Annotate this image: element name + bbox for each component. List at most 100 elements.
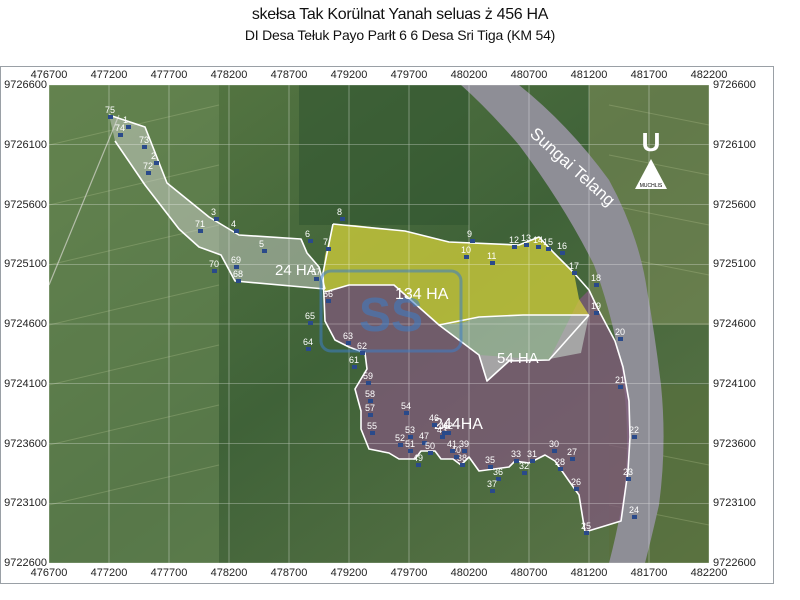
marker-flag-62 (360, 351, 365, 355)
marker-label-26: 26 (571, 477, 581, 487)
marker-label-17: 17 (569, 261, 579, 271)
marker-flag-23 (626, 477, 631, 481)
marker-flag-27 (570, 457, 575, 461)
marker-label-11: 11 (487, 251, 496, 261)
marker-label-5: 5 (259, 239, 264, 249)
marker-label-52: 52 (395, 433, 405, 443)
marker-flag-73 (142, 145, 147, 149)
marker-label-74: 74 (115, 123, 125, 133)
x-tick-bottom: 478700 (270, 567, 308, 579)
map-title: skełsa Tak Korülnat Yanah seluas ż 456 H… (251, 6, 549, 23)
marker-flag-26 (574, 487, 579, 491)
marker-label-70: 70 (209, 259, 219, 269)
marker-flag-2 (154, 161, 159, 165)
marker-label-25: 25 (581, 521, 591, 531)
marker-flag-6 (308, 239, 313, 243)
y-tick-right: 9724100 (713, 377, 756, 390)
x-tick-bottom: 479200 (330, 567, 368, 579)
marker-label-53: 53 (405, 425, 415, 435)
marker-label-65: 65 (305, 311, 315, 321)
marker-label-46: 46 (429, 413, 439, 423)
marker-flag-51 (408, 449, 413, 453)
marker-label-75: 75 (105, 105, 115, 115)
marker-label-58: 58 (365, 389, 375, 399)
marker-flag-1 (126, 125, 131, 129)
marker-label-72: 72 (143, 161, 153, 171)
marker-flag-63 (346, 341, 351, 345)
y-tick-right: 9725100 (713, 258, 756, 271)
y-tick-right: 9723100 (713, 497, 756, 510)
marker-label-66: 66 (323, 289, 333, 299)
marker-flag-14 (536, 245, 541, 249)
marker-label-15: 15 (543, 237, 553, 247)
marker-flag-20 (618, 337, 623, 341)
marker-label-13: 13 (521, 233, 531, 243)
marker-label-2: 2 (151, 151, 156, 161)
y-tick-right: 9726600 (713, 79, 756, 91)
x-tick-top: 478200 (210, 69, 248, 81)
y-tick-left: 9723100 (4, 497, 47, 510)
north-letter: U (642, 127, 661, 157)
marker-flag-54 (404, 411, 409, 415)
marker-label-4: 4 (231, 219, 236, 229)
x-tick-top: 481700 (630, 69, 668, 81)
marker-label-16: 16 (557, 241, 567, 251)
marker-label-7: 7 (323, 237, 328, 247)
x-tick-top: 477700 (150, 69, 188, 81)
marker-flag-67 (314, 277, 319, 281)
marker-flag-49 (416, 463, 421, 467)
marker-label-14: 14 (533, 235, 543, 245)
marker-label-31: 31 (527, 449, 537, 459)
marker-label-24: 24 (629, 505, 639, 515)
marker-label-12: 12 (509, 235, 519, 245)
marker-label-28: 28 (555, 457, 565, 467)
marker-label-57: 57 (365, 403, 375, 413)
marker-flag-18 (594, 283, 599, 287)
y-tick-left: 9726100 (4, 138, 47, 151)
marker-flag-17 (572, 271, 577, 275)
marker-label-18: 18 (591, 273, 601, 283)
marker-flag-58 (368, 399, 373, 403)
marker-flag-59 (366, 381, 371, 385)
marker-flag-72 (146, 171, 151, 175)
marker-flag-45 (442, 431, 447, 435)
marker-label-3: 3 (211, 207, 216, 217)
marker-flag-65 (308, 321, 313, 325)
x-tick-top: 478700 (270, 69, 308, 81)
marker-label-55: 55 (367, 421, 377, 431)
marker-flag-32 (522, 471, 527, 475)
x-tick-top: 479700 (390, 69, 428, 81)
y-tick-left: 9724600 (4, 318, 47, 330)
marker-flag-61 (352, 365, 357, 369)
marker-label-54: 54 (401, 401, 411, 411)
marker-flag-16 (560, 251, 565, 255)
marker-flag-12 (512, 245, 517, 249)
x-tick-top: 479200 (330, 69, 368, 81)
marker-label-73: 73 (139, 135, 149, 145)
terrain-forest (299, 85, 469, 225)
marker-flag-57 (368, 413, 373, 417)
marker-label-61: 61 (349, 355, 359, 365)
x-tick-bottom: 477200 (90, 567, 128, 579)
marker-label-30: 30 (549, 439, 559, 449)
marker-label-21: 21 (615, 375, 625, 385)
marker-label-51: 51 (405, 439, 415, 449)
y-tick-left: 9726600 (4, 79, 47, 91)
y-tick-left: 9725600 (4, 198, 47, 211)
marker-flag-24 (632, 515, 637, 519)
satellite-map[interactable]: SS 24 HA 134 HA 54 HA 244HA Sungai Telan… (49, 85, 709, 563)
marker-label-9: 9 (467, 229, 472, 239)
marker-label-6: 6 (305, 229, 310, 239)
marker-label-49: 49 (413, 453, 423, 463)
y-tick-left: 9722600 (4, 557, 47, 569)
x-tick-bottom: 481200 (570, 567, 608, 579)
marker-flag-10 (464, 255, 469, 259)
marker-flag-71 (198, 229, 203, 233)
marker-flag-21 (618, 385, 623, 389)
marker-flag-15 (546, 247, 551, 251)
marker-flag-66 (326, 299, 331, 303)
marker-label-36: 36 (493, 467, 503, 477)
map-subtitle: DI Desa Tełuk Payo Parłt 6 6 Desa Sri Ti… (244, 27, 556, 43)
marker-flag-33 (514, 459, 519, 463)
y-tick-left: 9723600 (4, 437, 47, 450)
